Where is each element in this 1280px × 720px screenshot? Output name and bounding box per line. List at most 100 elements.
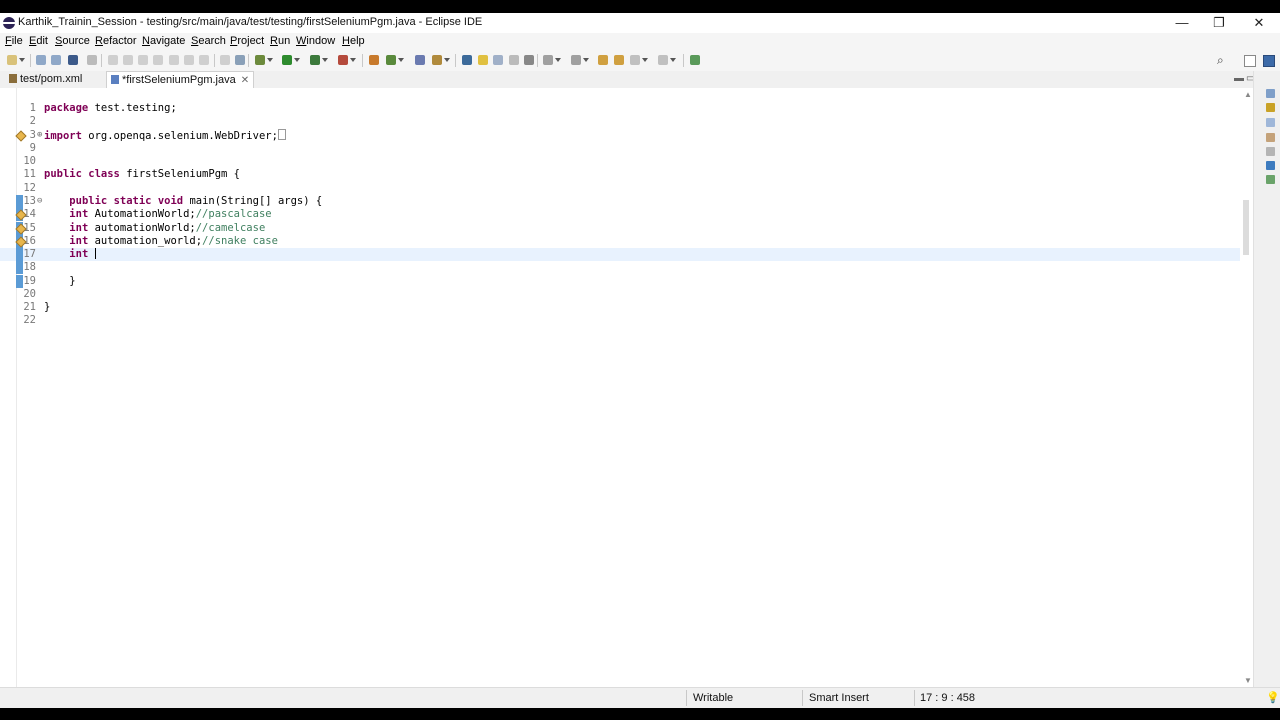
save-icon[interactable] xyxy=(36,55,46,65)
task-list-icon[interactable] xyxy=(1266,133,1275,142)
code-line[interactable]: 21} xyxy=(0,301,1240,314)
chevron-down-icon[interactable] xyxy=(322,58,328,62)
chevron-down-icon[interactable] xyxy=(294,58,300,62)
code-line[interactable]: 18 xyxy=(0,261,1240,274)
search-prefs-icon[interactable] xyxy=(87,55,97,65)
vertical-scrollbar[interactable]: ▲ ▼ xyxy=(1240,88,1253,687)
chevron-down-icon[interactable] xyxy=(444,58,450,62)
close-window-button[interactable]: ✕ xyxy=(1239,13,1279,33)
open-type-icon[interactable] xyxy=(432,55,442,65)
chevron-down-icon[interactable] xyxy=(398,58,404,62)
last-edit-icon[interactable] xyxy=(598,55,608,65)
close-tab-icon[interactable]: ✕ xyxy=(241,75,249,86)
minimize-editor-icon[interactable]: ▬ xyxy=(1234,73,1244,84)
code-line[interactable]: 1 package test.testing; xyxy=(0,102,1240,115)
package-explorer-icon[interactable] xyxy=(1266,103,1275,112)
run-icon[interactable] xyxy=(282,55,292,65)
restore-view-icon[interactable] xyxy=(1266,89,1275,98)
disconnect-icon[interactable] xyxy=(153,55,163,65)
back-icon[interactable] xyxy=(630,55,640,65)
chevron-down-icon[interactable] xyxy=(19,58,25,62)
forward-icon[interactable] xyxy=(658,55,668,65)
code-line[interactable]: 16 int automation_world;//snake case xyxy=(0,235,1240,248)
step-over-icon[interactable] xyxy=(184,55,194,65)
menu-run[interactable]: Run xyxy=(270,35,290,47)
code-line[interactable]: 11 public class firstSeleniumPgm { xyxy=(0,168,1240,181)
code-line[interactable]: 20 xyxy=(0,288,1240,301)
word-wrap-icon[interactable] xyxy=(493,55,503,65)
menu-source[interactable]: Source xyxy=(55,35,90,47)
scroll-up-icon[interactable]: ▲ xyxy=(1244,90,1252,99)
menu-project[interactable]: Project xyxy=(230,35,264,47)
comment-token: //snake case xyxy=(202,235,278,247)
step-return-icon[interactable] xyxy=(199,55,209,65)
step-into-icon[interactable] xyxy=(169,55,179,65)
new-class-icon[interactable] xyxy=(415,55,425,65)
chevron-down-icon[interactable] xyxy=(670,58,676,62)
new-icon[interactable] xyxy=(7,55,17,65)
menu-search[interactable]: Search xyxy=(191,35,226,47)
new-package-icon[interactable] xyxy=(386,55,396,65)
minimize-button[interactable]: — xyxy=(1162,13,1202,33)
save-all-icon[interactable] xyxy=(51,55,61,65)
use-step-filters-icon[interactable] xyxy=(235,55,245,65)
menu-window[interactable]: Window xyxy=(296,35,335,47)
chevron-down-icon[interactable] xyxy=(267,58,273,62)
line-number: 16 xyxy=(23,235,36,247)
problems-view-icon[interactable] xyxy=(1266,147,1275,156)
prev-annotation-icon[interactable] xyxy=(571,55,581,65)
suspend-icon[interactable] xyxy=(123,55,133,65)
code-line[interactable]: 17 int xyxy=(0,248,1240,261)
debug-icon[interactable] xyxy=(255,55,265,65)
terminate-icon[interactable] xyxy=(138,55,148,65)
code-line[interactable]: 3 ⊕ import org.openqa.selenium.WebDriver; xyxy=(0,129,1240,142)
console-view-icon[interactable] xyxy=(1266,161,1275,170)
chevron-down-icon[interactable] xyxy=(642,58,648,62)
show-whitespace-icon[interactable] xyxy=(509,55,519,65)
javadoc-view-icon[interactable] xyxy=(1266,175,1275,184)
code-line[interactable]: 19 } xyxy=(0,275,1240,288)
chevron-down-icon[interactable] xyxy=(350,58,356,62)
outline-view-icon[interactable] xyxy=(1266,118,1275,127)
chevron-down-icon[interactable] xyxy=(583,58,589,62)
chevron-down-icon[interactable] xyxy=(555,58,561,62)
forward-history-icon[interactable] xyxy=(614,55,624,65)
collapse-fold-icon[interactable]: ⊖ xyxy=(37,195,42,208)
menu-edit[interactable]: Edit xyxy=(29,35,48,47)
code-line[interactable]: 13 ⊖ public static void main(String[] arg… xyxy=(0,195,1240,208)
code-line[interactable]: 12 xyxy=(0,182,1240,195)
show-formatting-icon[interactable] xyxy=(524,55,534,65)
block-selection-icon[interactable] xyxy=(478,55,488,65)
next-annotation-icon[interactable] xyxy=(543,55,553,65)
tip-lightbulb-icon[interactable]: 💡 xyxy=(1266,691,1280,704)
drop-frame-icon[interactable] xyxy=(220,55,230,65)
menu-navigate[interactable]: Navigate xyxy=(142,35,185,47)
menu-file[interactable]: File xyxy=(5,35,23,47)
skip-breakpoints-icon[interactable] xyxy=(108,55,118,65)
coverage-icon[interactable] xyxy=(310,55,320,65)
external-tools-icon[interactable] xyxy=(338,55,348,65)
code-line[interactable]: 9 xyxy=(0,142,1240,155)
code-line[interactable]: 22 xyxy=(0,314,1240,327)
terminal-icon[interactable] xyxy=(68,55,78,65)
code-line[interactable]: 14 int AutomationWorld;//pascalcase xyxy=(0,208,1240,221)
expand-fold-icon[interactable]: ⊕ xyxy=(37,129,42,142)
open-perspective-icon[interactable] xyxy=(1244,55,1256,67)
search-icon[interactable]: ⌕ xyxy=(1217,53,1224,68)
new-java-project-icon[interactable] xyxy=(369,55,379,65)
tab-first-selenium-pgm[interactable]: *firstSeleniumPgm.java ✕ xyxy=(106,71,255,89)
code-editor[interactable]: ▲ ▼ ◀ ▶ 1package test.testing;23⊕import … xyxy=(0,88,1253,687)
restore-button[interactable]: ❐ xyxy=(1199,13,1239,33)
java-perspective-icon[interactable] xyxy=(1263,55,1275,67)
pin-editor-icon[interactable] xyxy=(690,55,700,65)
scroll-down-icon[interactable]: ▼ xyxy=(1244,676,1252,685)
scrollbar-thumb[interactable] xyxy=(1243,200,1249,255)
folded-imports-box-icon[interactable] xyxy=(277,129,286,140)
menu-refactor[interactable]: Refactor xyxy=(95,35,137,47)
code-line[interactable]: 10 xyxy=(0,155,1240,168)
toggle-mark-occurrences-icon[interactable] xyxy=(462,55,472,65)
code-line[interactable]: 15 int automationWorld;//camelcase xyxy=(0,222,1240,235)
code-line[interactable]: 2 xyxy=(0,115,1240,128)
menu-help[interactable]: Help xyxy=(342,35,365,47)
tab-pom-xml[interactable]: test/pom.xml xyxy=(5,71,86,88)
